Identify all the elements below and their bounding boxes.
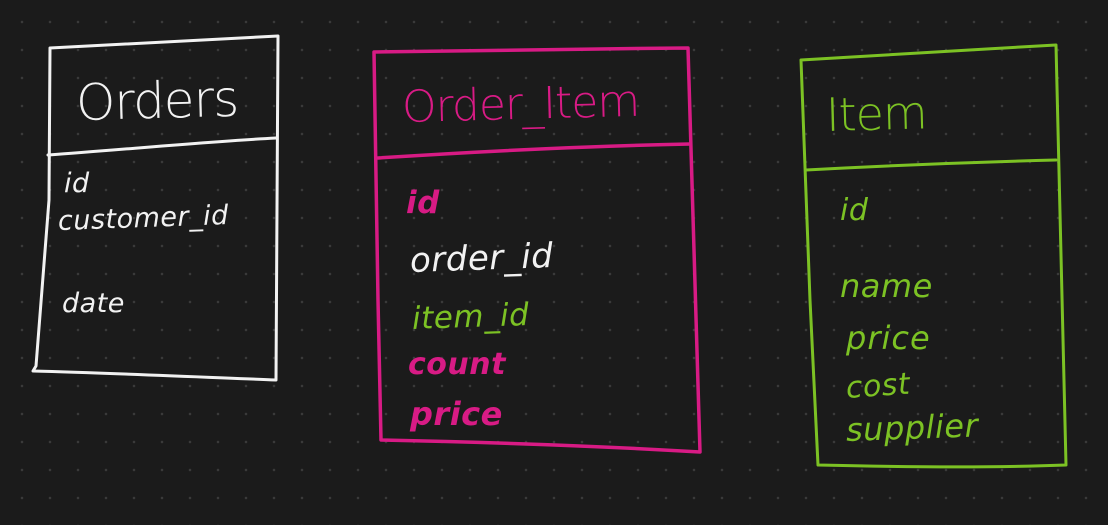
order-item-field-price: price [410,395,503,433]
item-field-price: price [846,319,931,357]
orders-field-date: date [62,288,125,319]
item-field-supplier: supplier [845,406,979,449]
item-title: Item [825,85,928,142]
diagram-canvas: Orders id customer_id date Order_Item id… [0,0,1108,525]
order-item-field-item-id: item_id [411,296,530,337]
item-field-name: name [840,267,933,305]
order-item-field-order-id: order_id [409,236,554,281]
order-item-field-count: count [408,347,506,382]
orders-field-customer-id: customer_id [57,200,230,237]
item-field-cost: cost [844,366,912,406]
order-item-field-id: id [406,185,440,221]
order-item-title: Order_Item [401,75,640,133]
orders-title: Orders [75,69,239,132]
item-header-divider [804,158,1058,172]
orders-field-id: id [64,168,90,199]
item-field-id: id [840,193,869,228]
